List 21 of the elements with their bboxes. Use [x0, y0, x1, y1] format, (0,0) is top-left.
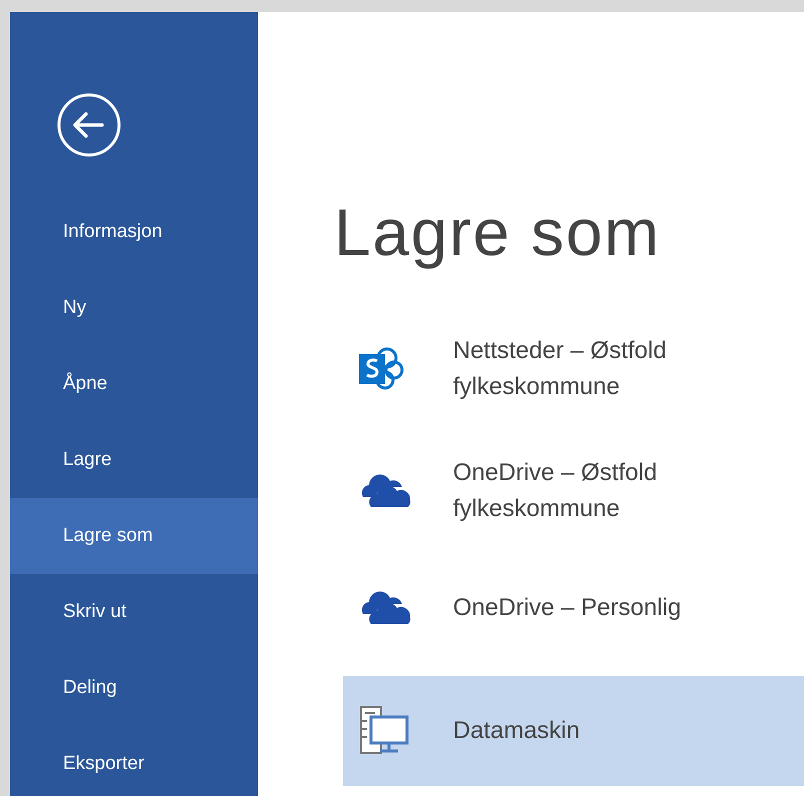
computer-icon	[357, 705, 409, 757]
location-label: OneDrive – Østfold	[453, 458, 658, 488]
save-location[interactable]: OneDrive – Østfold fylkeskommune	[343, 448, 804, 534]
nav-item[interactable]: Lagre	[10, 422, 258, 498]
location-label: OneDrive – Personlig	[453, 593, 682, 623]
save-location[interactable]: Nettsteder – Østfold fylkeskommune	[343, 326, 804, 412]
save-location[interactable]: Datamaskin	[343, 676, 804, 786]
save-location[interactable]: OneDrive – Personlig	[343, 570, 804, 646]
nav-item[interactable]: Lagre som	[10, 498, 258, 574]
nav-item[interactable]: Eksporter	[10, 726, 258, 796]
nav-item[interactable]: Ny	[10, 270, 258, 346]
back-button[interactable]	[56, 92, 122, 158]
location-label: Nettsteder – Østfold	[453, 336, 666, 366]
nav-item[interactable]: Skriv ut	[10, 574, 258, 650]
location-label: fylkeskommune	[453, 494, 621, 524]
location-label: Datamaskin	[453, 716, 580, 746]
page-title: Lagre som	[334, 194, 661, 271]
nav-item[interactable]: Åpne	[10, 346, 258, 422]
nav-item[interactable]: Deling	[10, 650, 258, 726]
nav-item[interactable]: Informasjon	[10, 194, 258, 270]
location-label: fylkeskommune	[453, 372, 621, 402]
